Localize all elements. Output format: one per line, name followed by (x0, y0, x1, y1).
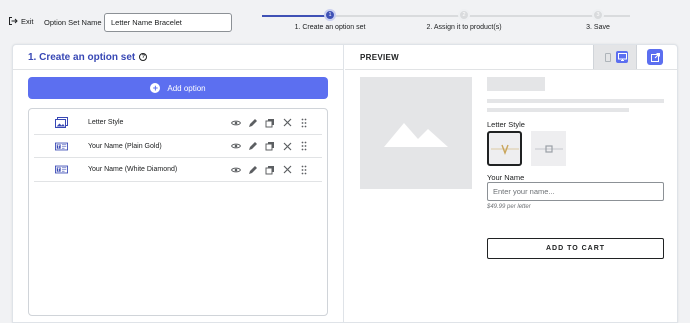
option-set-name-label: Option Set Name (44, 18, 102, 27)
step-3-dot: 3 (592, 9, 604, 21)
option-set-panel: 1. Create an option set ? + Add option L… (13, 45, 344, 322)
step-1-dot: 1 (324, 9, 336, 21)
preview-title: PREVIEW (360, 53, 399, 62)
drag-handle-icon[interactable] (298, 141, 310, 152)
price-note: $49.99 per letter (487, 204, 531, 210)
open-external-preview-icon[interactable] (647, 49, 663, 65)
edit-pencil-icon[interactable] (247, 164, 259, 175)
option-actions (230, 164, 310, 175)
mountain-image-icon (384, 123, 448, 147)
image-swatch-icon (55, 117, 68, 128)
add-option-label: Add option (167, 83, 206, 93)
option-name: Letter Style (88, 119, 124, 126)
step-2-label: 2. Assign it to product(s) (426, 24, 502, 31)
duplicate-icon[interactable] (264, 117, 276, 128)
device-toggle (593, 45, 637, 69)
your-name-input[interactable] (487, 182, 664, 201)
option-set-name-input[interactable] (104, 13, 232, 32)
option-set-editor-card: 1. Create an option set ? + Add option L… (12, 44, 678, 323)
options-list: Letter Style Your Name (Plain Gold) Your… (28, 108, 328, 316)
preview-panel-header: PREVIEW (345, 45, 678, 70)
edit-pencil-icon[interactable] (247, 117, 259, 128)
delete-x-icon[interactable] (281, 117, 293, 128)
step-3[interactable]: 3 3. Save (538, 8, 658, 31)
preview-panel: PREVIEW Letter Style Your Name Enter you… (345, 45, 678, 322)
option-set-panel-header: 1. Create an option set ? (13, 45, 343, 70)
silver-letter-bracelet-image (534, 144, 563, 153)
progress-stepper: 1 1. Create an option set 2 2. Assign it… (262, 8, 630, 38)
add-to-cart-button[interactable]: ADD TO CART (487, 238, 664, 259)
step-2-dot: 2 (458, 9, 470, 21)
text-field-icon (55, 142, 68, 150)
step-2[interactable]: 2 2. Assign it to product(s) (404, 8, 524, 31)
product-title-skeleton (487, 77, 545, 91)
letter-style-swatch-selected[interactable] (487, 131, 522, 166)
exit-button[interactable]: Exit (8, 16, 34, 26)
add-option-button[interactable]: + Add option (28, 77, 328, 99)
exit-icon (9, 17, 18, 25)
exit-label: Exit (21, 16, 34, 26)
delete-x-icon[interactable] (281, 164, 293, 175)
eye-icon[interactable] (230, 117, 242, 128)
panel-title: 1. Create an option set (28, 51, 136, 63)
question-circle-icon[interactable]: ? (139, 53, 148, 61)
option-actions (230, 117, 310, 128)
duplicate-icon[interactable] (264, 141, 276, 152)
option-name: Your Name (White Diamond) (88, 166, 178, 173)
option-actions (230, 141, 310, 152)
gold-letter-bracelet-image (490, 144, 519, 155)
letter-style-swatch[interactable] (531, 131, 566, 166)
desktop-view-icon[interactable] (616, 51, 628, 63)
your-name-label: Your Name (487, 173, 525, 182)
step-1-label: 1. Create an option set (294, 24, 366, 31)
drag-handle-icon[interactable] (298, 117, 310, 128)
duplicate-icon[interactable] (264, 164, 276, 175)
mobile-view-icon[interactable] (602, 51, 614, 63)
option-row[interactable]: Letter Style (34, 111, 322, 135)
letter-style-label: Letter Style (487, 120, 525, 129)
drag-handle-icon[interactable] (298, 164, 310, 175)
product-desc-skeleton (487, 108, 629, 112)
step-3-label: 3. Save (586, 24, 610, 31)
option-row[interactable]: Your Name (Plain Gold) (34, 135, 322, 158)
text-field-icon (55, 165, 68, 174)
eye-icon[interactable] (230, 141, 242, 152)
delete-x-icon[interactable] (281, 141, 293, 152)
step-1[interactable]: 1 1. Create an option set (270, 8, 390, 31)
option-row[interactable]: Your Name (White Diamond) (34, 158, 322, 182)
product-price-skeleton (487, 99, 664, 103)
top-bar: Exit Option Set Name 1 1. Create an opti… (0, 0, 690, 44)
eye-icon[interactable] (230, 164, 242, 175)
plus-circle-icon: + (150, 83, 161, 93)
product-image-placeholder (360, 77, 472, 189)
edit-pencil-icon[interactable] (247, 141, 259, 152)
option-name: Your Name (Plain Gold) (88, 142, 162, 150)
